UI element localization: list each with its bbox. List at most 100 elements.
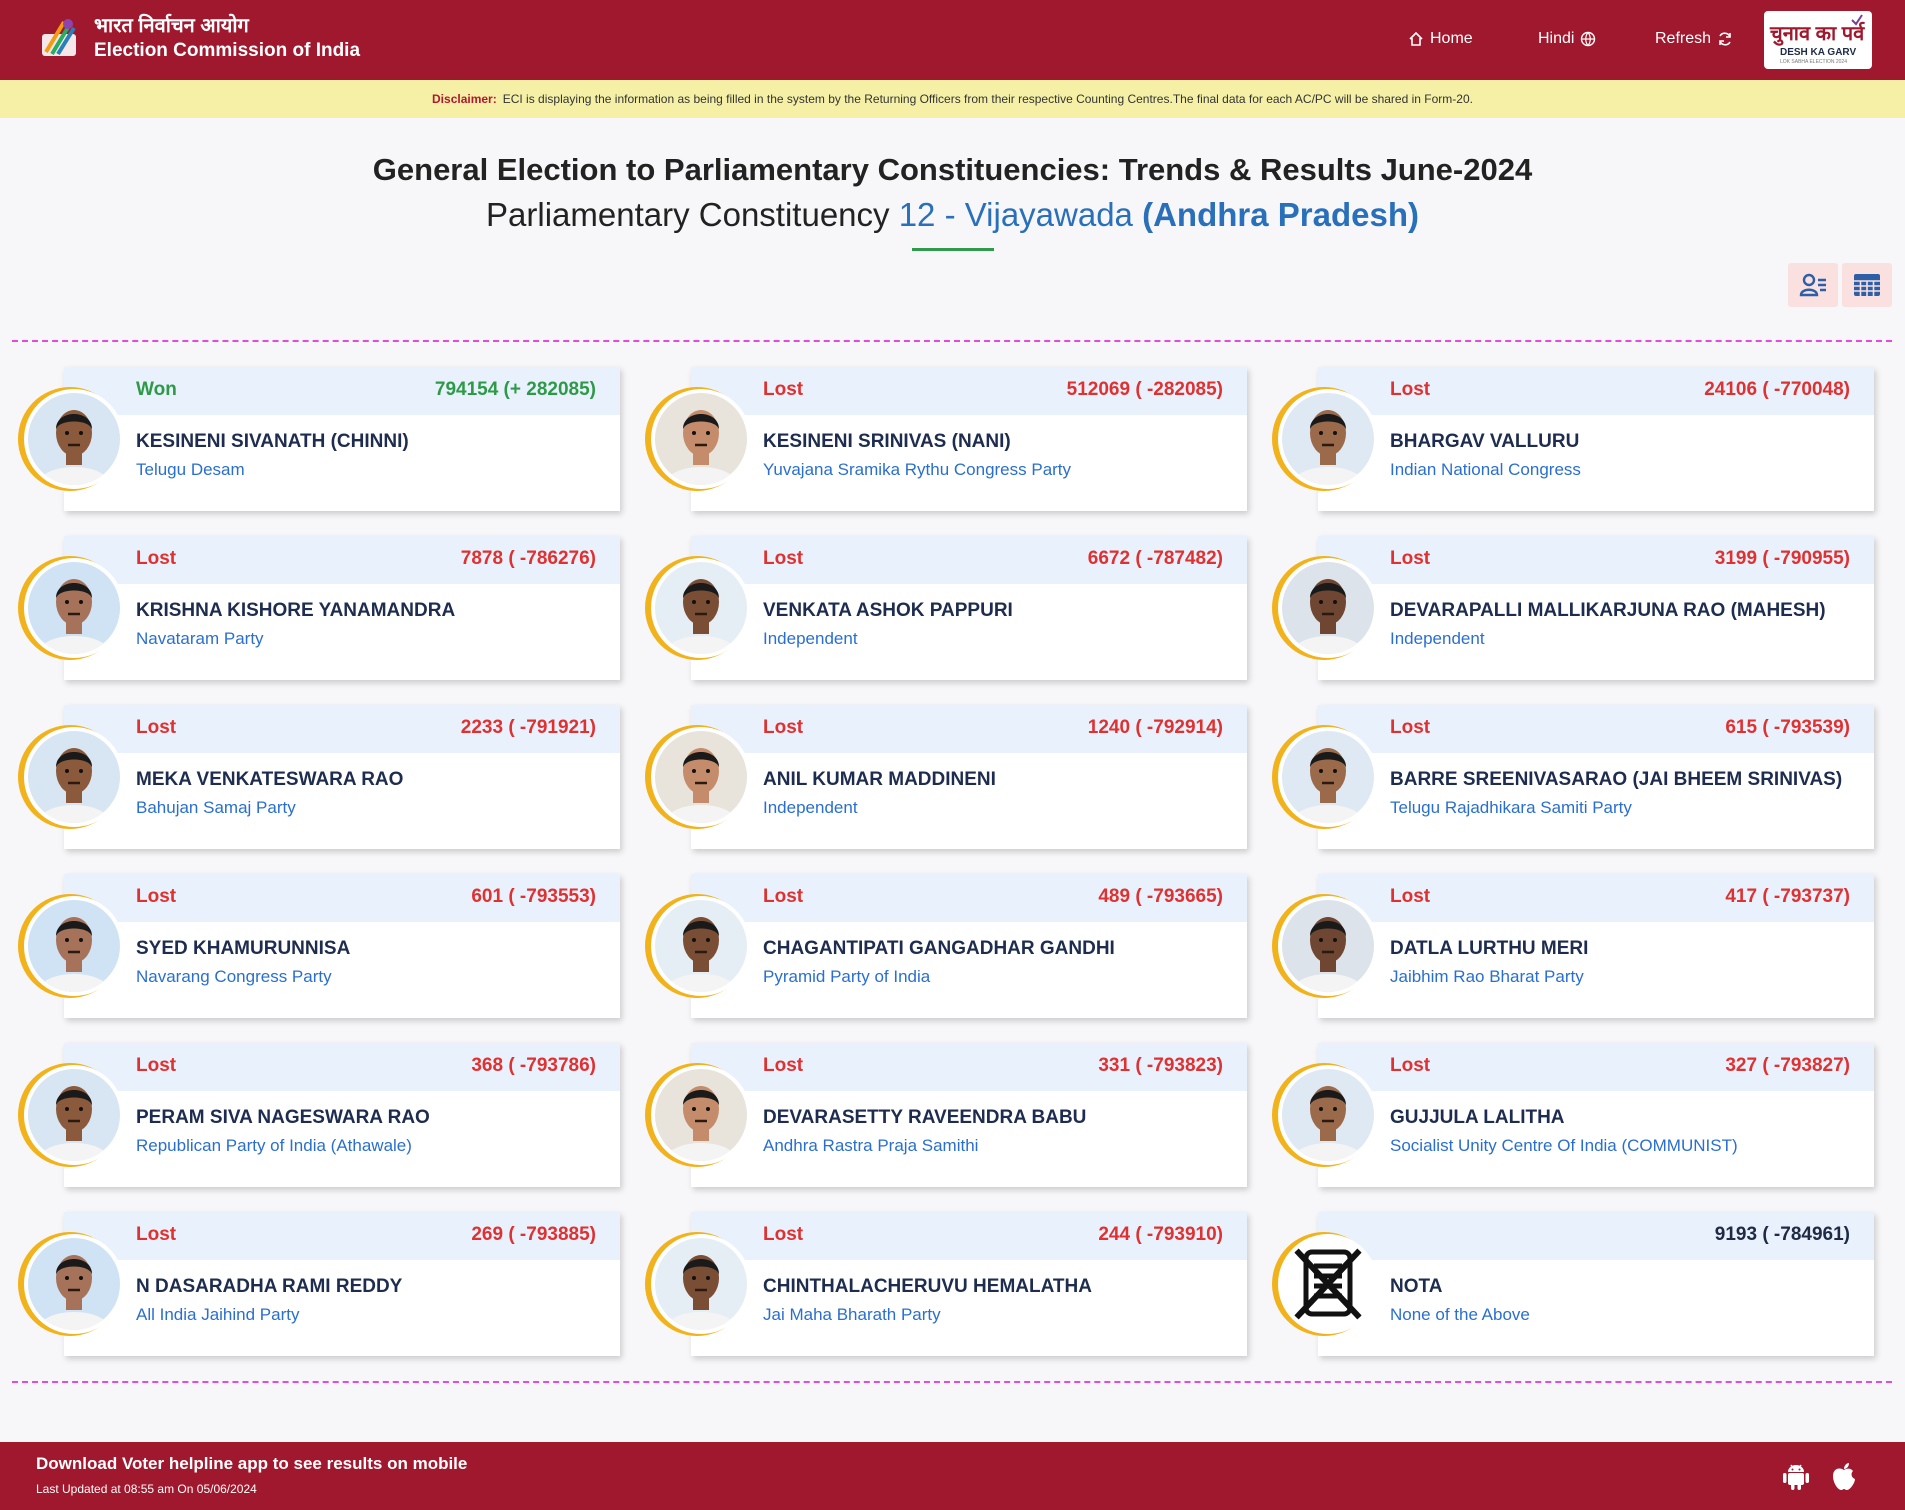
candidate-card[interactable]: Lost 7878 ( -786276) KRISHNA KISHORE YANAM… <box>18 536 620 680</box>
candidate-name: SYED KHAMURUNNISA <box>136 938 351 959</box>
party-name: Independent <box>1390 629 1485 648</box>
party-name: Socialist Unity Centre Of India (COMMUNI… <box>1390 1136 1738 1155</box>
constituency-prefix: Parliamentary Constituency <box>486 196 899 233</box>
disclaimer-banner: Disclaimer: ECI is displaying the informa… <box>0 80 1905 118</box>
vote-count: 1240 ( -792914) <box>1087 717 1223 738</box>
desh-ka-garv-badge[interactable]: चुनाव का पर्व DESH KA GARV LOK SABHA ELE… <box>1764 11 1872 69</box>
candidate-name: KESINENI SIVANATH (CHINNI) <box>136 431 409 452</box>
result-status: Lost <box>1390 717 1431 738</box>
card-panel: Lost 327 ( -793827) GUJJULA LALITHA Sociali… <box>1318 1043 1874 1187</box>
candidate-name: NOTA <box>1390 1276 1443 1297</box>
refresh-icon <box>1719 32 1731 46</box>
candidate-name: GUJJULA LALITHA <box>1390 1107 1565 1128</box>
disclaimer-label: Disclaimer: <box>432 92 497 106</box>
candidate-card[interactable]: Lost 3199 ( -790955) DEVARAPALLI MALLIKARJ… <box>1272 536 1874 680</box>
nota-symbol-icon <box>1282 1238 1374 1330</box>
candidate-photo <box>28 1069 120 1161</box>
candidate-card[interactable]: Lost 615 ( -793539) BARRE SREENIVASARAO (J… <box>1272 705 1874 849</box>
candidate-photo <box>655 393 747 485</box>
candidate-card[interactable]: Lost 1240 ( -792914) ANIL KUMAR MADDINENI I… <box>645 705 1247 849</box>
card-panel: Lost 615 ( -793539) BARRE SREENIVASARAO (J… <box>1318 705 1874 849</box>
avatar <box>18 387 124 491</box>
candidate-card[interactable]: Lost 331 ( -793823) DEVARASETTY RAVEENDRA … <box>645 1043 1247 1187</box>
result-status: Won <box>136 379 177 400</box>
vote-count: 3199 ( -790955) <box>1714 548 1850 569</box>
candidate-name: CHAGANTIPATI GANGADHAR GANDHI <box>763 938 1115 959</box>
candidate-photo <box>1282 562 1374 654</box>
nav-refresh-button[interactable]: Refresh <box>1655 30 1733 48</box>
avatar <box>645 556 751 660</box>
party-name: Jaibhim Rao Bharat Party <box>1390 967 1584 986</box>
result-status: Lost <box>763 1055 804 1076</box>
avatar <box>1272 725 1378 829</box>
candidate-card[interactable]: Lost 489 ( -793665) CHAGANTIPATI GANGADHAR… <box>645 874 1247 1018</box>
eci-logo-icon[interactable] <box>34 12 86 64</box>
apple-icon[interactable] <box>1828 1460 1860 1492</box>
candidate-card[interactable]: Lost 24106 ( -770048) BHARGAV VALLURU India… <box>1272 367 1874 511</box>
avatar <box>1272 387 1378 491</box>
card-panel: Won 794154 (+ 282085) KESINENI SIVANATH (C… <box>64 367 620 511</box>
candidate-photo <box>28 1238 120 1330</box>
result-status: Lost <box>136 886 177 907</box>
candidate-card[interactable]: Won 794154 (+ 282085) KESINENI SIVANATH (C… <box>18 367 620 511</box>
card-panel: Lost 7878 ( -786276) KRISHNA KISHORE YANAM… <box>64 536 620 680</box>
card-panel: Lost 331 ( -793823) DEVARASETTY RAVEENDRA … <box>691 1043 1247 1187</box>
result-status: Lost <box>136 1055 177 1076</box>
candidate-photo <box>1282 1069 1374 1161</box>
card-panel: Lost 24106 ( -770048) BHARGAV VALLURU India… <box>1318 367 1874 511</box>
candidate-photo <box>655 900 747 992</box>
nav-home-label: Home <box>1430 30 1473 47</box>
candidate-card[interactable]: Lost 368 ( -793786) PERAM SIVA NAGESWARA R… <box>18 1043 620 1187</box>
result-status: Lost <box>763 886 804 907</box>
vote-count: 244 ( -793910) <box>1098 1224 1223 1245</box>
party-name: Independent <box>763 798 858 817</box>
party-name: Indian National Congress <box>1390 460 1581 479</box>
candidate-photo <box>655 1238 747 1330</box>
candidate-photo <box>1282 393 1374 485</box>
table-view-button[interactable] <box>1842 263 1892 307</box>
candidate-name: PERAM SIVA NAGESWARA RAO <box>136 1107 430 1128</box>
badge-small: LOK SABHA ELECTION 2024 <box>1780 59 1847 65</box>
candidate-photo <box>28 900 120 992</box>
party-name: Andhra Rastra Praja Samithi <box>763 1136 979 1155</box>
candidate-card[interactable]: 9193 ( -784961) NOTA None of the Above <box>1272 1212 1874 1356</box>
avatar <box>645 725 751 829</box>
candidate-card[interactable]: Lost 417 ( -793737) DATLA LURTHU MERI Jaibh… <box>1272 874 1874 1018</box>
vote-count: 2233 ( -791921) <box>460 717 596 738</box>
title-underline <box>912 248 994 251</box>
candidate-name: BHARGAV VALLURU <box>1390 431 1580 452</box>
avatar <box>645 1063 751 1167</box>
nav-hindi-link[interactable]: Hindi <box>1538 30 1596 48</box>
brand[interactable]: भारत निर्वाचन आयोग Election Commission o… <box>94 14 360 64</box>
nav-home-link[interactable]: Home <box>1408 30 1473 48</box>
candidate-view-button[interactable] <box>1788 263 1838 307</box>
vote-count: 327 ( -793827) <box>1725 1055 1850 1076</box>
candidate-card[interactable]: Lost 6672 ( -787482) VENKATA ASHOK PAPPURI… <box>645 536 1247 680</box>
card-panel: Lost 1240 ( -792914) ANIL KUMAR MADDINENI I… <box>691 705 1247 849</box>
result-status: Lost <box>763 379 804 400</box>
candidate-name: KESINENI SRINIVAS (NANI) <box>763 431 1011 452</box>
candidate-photo <box>655 562 747 654</box>
avatar <box>1272 1063 1378 1167</box>
candidate-card[interactable]: Lost 2233 ( -791921) MEKA VENKATESWARA RAO… <box>18 705 620 849</box>
brand-hindi: भारत निर्वाचन आयोग <box>94 15 249 37</box>
candidate-card[interactable]: Lost 601 ( -793553) SYED KHAMURUNNISA Navar… <box>18 874 620 1018</box>
avatar <box>18 1063 124 1167</box>
card-panel: Lost 2233 ( -791921) MEKA VENKATESWARA RAO… <box>64 705 620 849</box>
vote-count: 269 ( -793885) <box>471 1224 596 1245</box>
brand-english: Election Commission of India <box>94 40 361 61</box>
candidate-card[interactable]: Lost 512069 ( -282085) KESINENI SRINIVAS (… <box>645 367 1247 511</box>
badge-english: DESH KA GARV <box>1780 47 1857 58</box>
candidate-photo <box>28 562 120 654</box>
result-status: Lost <box>1390 886 1431 907</box>
candidate-card[interactable]: Lost 269 ( -793885) N DASARADHA RAMI REDDY… <box>18 1212 620 1356</box>
candidate-card[interactable]: Lost 327 ( -793827) GUJJULA LALITHA Sociali… <box>1272 1043 1874 1187</box>
avatar <box>18 1232 124 1336</box>
avatar <box>18 556 124 660</box>
party-name: None of the Above <box>1390 1305 1530 1324</box>
android-icon[interactable] <box>1780 1460 1812 1492</box>
candidate-card[interactable]: Lost 244 ( -793910) CHINTHALACHERUVU HEMAL… <box>645 1212 1247 1356</box>
result-status: Lost <box>136 1224 177 1245</box>
nav-refresh-label: Refresh <box>1655 30 1712 47</box>
divider-top <box>12 340 1892 342</box>
